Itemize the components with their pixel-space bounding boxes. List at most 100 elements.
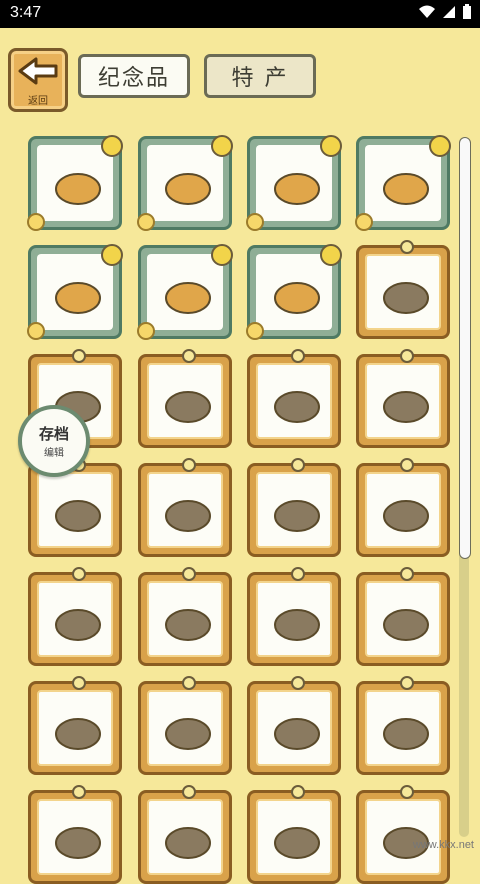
- hook-icon: [182, 785, 196, 799]
- hook-icon: [72, 676, 86, 690]
- item-mooncake-red[interactable]: [137, 135, 233, 231]
- mooncake-yolk-icon: [274, 282, 320, 314]
- edit-label: 编辑: [44, 448, 64, 459]
- flower-icon: [355, 213, 373, 231]
- hook-icon: [291, 567, 305, 581]
- item-cloth[interactable]: [138, 349, 232, 448]
- back-button[interactable]: 返回: [8, 48, 68, 112]
- clay-figure-icon: [55, 500, 101, 532]
- hook-icon: [72, 349, 86, 363]
- hook-icon: [291, 785, 305, 799]
- item-clay-figure[interactable]: [28, 458, 122, 557]
- jar-icon: [165, 500, 211, 532]
- nesting-doll-icon: [274, 609, 320, 641]
- turtle-statue-icon: [274, 718, 320, 750]
- hook-icon: [400, 785, 414, 799]
- item-mooncake-yolk[interactable]: [246, 244, 342, 340]
- hook-icon: [182, 458, 196, 472]
- flower-icon: [137, 213, 155, 231]
- goblet-icon: [165, 827, 211, 859]
- arrow-left-icon: [18, 57, 58, 85]
- item-horse[interactable]: [28, 785, 122, 884]
- back-label: 返回: [28, 96, 48, 107]
- item-tower[interactable]: [356, 785, 450, 884]
- item-mooncake-redbean[interactable]: [137, 244, 233, 340]
- moon-icon: [320, 244, 342, 266]
- wifi-icon: [419, 5, 435, 18]
- hook-icon: [400, 240, 414, 254]
- flower-icon: [137, 322, 155, 340]
- hook-icon: [182, 349, 196, 363]
- flower-icon: [246, 322, 264, 340]
- item-rabbit-toy[interactable]: [356, 349, 450, 448]
- hook-icon: [400, 567, 414, 581]
- moon-icon: [211, 244, 233, 266]
- moon-icon: [211, 135, 233, 157]
- mooncake-green-icon: [55, 282, 101, 314]
- mooncake-golden-icon: [274, 173, 320, 205]
- item-jade-plate[interactable]: [138, 567, 232, 666]
- moon-icon: [101, 244, 123, 266]
- item-figurine[interactable]: [247, 785, 341, 884]
- hook-icon: [182, 567, 196, 581]
- tab-specialties[interactable]: 特 产: [204, 54, 316, 98]
- tab-souvenirs[interactable]: 纪念品: [78, 54, 190, 98]
- hook-icon: [400, 676, 414, 690]
- matcha-bowl-icon: [55, 609, 101, 641]
- item-blue-tile[interactable]: [356, 567, 450, 666]
- item-nesting-doll[interactable]: [247, 567, 341, 666]
- item-prayer-beads[interactable]: [28, 676, 122, 775]
- item-feather-fan[interactable]: [247, 349, 341, 448]
- save-label: 存档: [38, 425, 69, 443]
- blue-tile-icon: [383, 609, 429, 641]
- moon-icon: [101, 135, 123, 157]
- jade-plate-icon: [165, 609, 211, 641]
- feather-fan-icon: [274, 391, 320, 423]
- hook-icon: [72, 785, 86, 799]
- mooncake-orange-icon: [383, 173, 429, 205]
- hook-icon: [291, 676, 305, 690]
- save-edit-button[interactable]: 存档 编辑: [18, 405, 90, 477]
- hook-icon: [291, 349, 305, 363]
- mooncake-redbean-icon: [165, 282, 211, 314]
- hook-icon: [182, 676, 196, 690]
- item-cloisonne-vase[interactable]: [356, 458, 450, 557]
- hook-icon: [72, 567, 86, 581]
- item-mooncake-green[interactable]: [27, 244, 123, 340]
- flower-icon: [246, 213, 264, 231]
- item-mooncake-golden[interactable]: [246, 135, 342, 231]
- prayer-beads-icon: [55, 718, 101, 750]
- item-mooncake-plain[interactable]: [27, 135, 123, 231]
- status-bar: 3:47: [0, 0, 480, 28]
- hook-icon: [291, 458, 305, 472]
- horse-icon: [55, 827, 101, 859]
- flower-icon: [27, 322, 45, 340]
- cloisonne-vase-icon: [383, 500, 429, 532]
- status-icons: [418, 4, 472, 20]
- status-time: 3:47: [10, 4, 42, 21]
- basket-icon: [274, 500, 320, 532]
- chime-bells-icon: [165, 718, 211, 750]
- mooncake-red-icon: [165, 173, 211, 205]
- item-basket[interactable]: [247, 458, 341, 557]
- item-turtle-statue[interactable]: [247, 676, 341, 775]
- battery-icon: [463, 4, 471, 19]
- mooncake-plain-icon: [55, 173, 101, 205]
- figurine-icon: [274, 827, 320, 859]
- item-terracotta-warrior[interactable]: [356, 676, 450, 775]
- item-matcha-bowl[interactable]: [28, 567, 122, 666]
- moon-icon: [429, 135, 451, 157]
- item-embroidery-fan[interactable]: [356, 240, 450, 339]
- watermark: www.kkx.net: [412, 839, 474, 851]
- item-chime-bells[interactable]: [138, 676, 232, 775]
- rabbit-toy-icon: [383, 391, 429, 423]
- top-bar: 返回 纪念品 特 产: [0, 28, 480, 120]
- item-mooncake-orange[interactable]: [355, 135, 451, 231]
- item-jar[interactable]: [138, 458, 232, 557]
- hook-icon: [400, 349, 414, 363]
- signal-icon: [443, 6, 455, 18]
- cloth-icon: [165, 391, 211, 423]
- hook-icon: [400, 458, 414, 472]
- item-goblet[interactable]: [138, 785, 232, 884]
- scrollbar-thumb[interactable]: [459, 137, 471, 559]
